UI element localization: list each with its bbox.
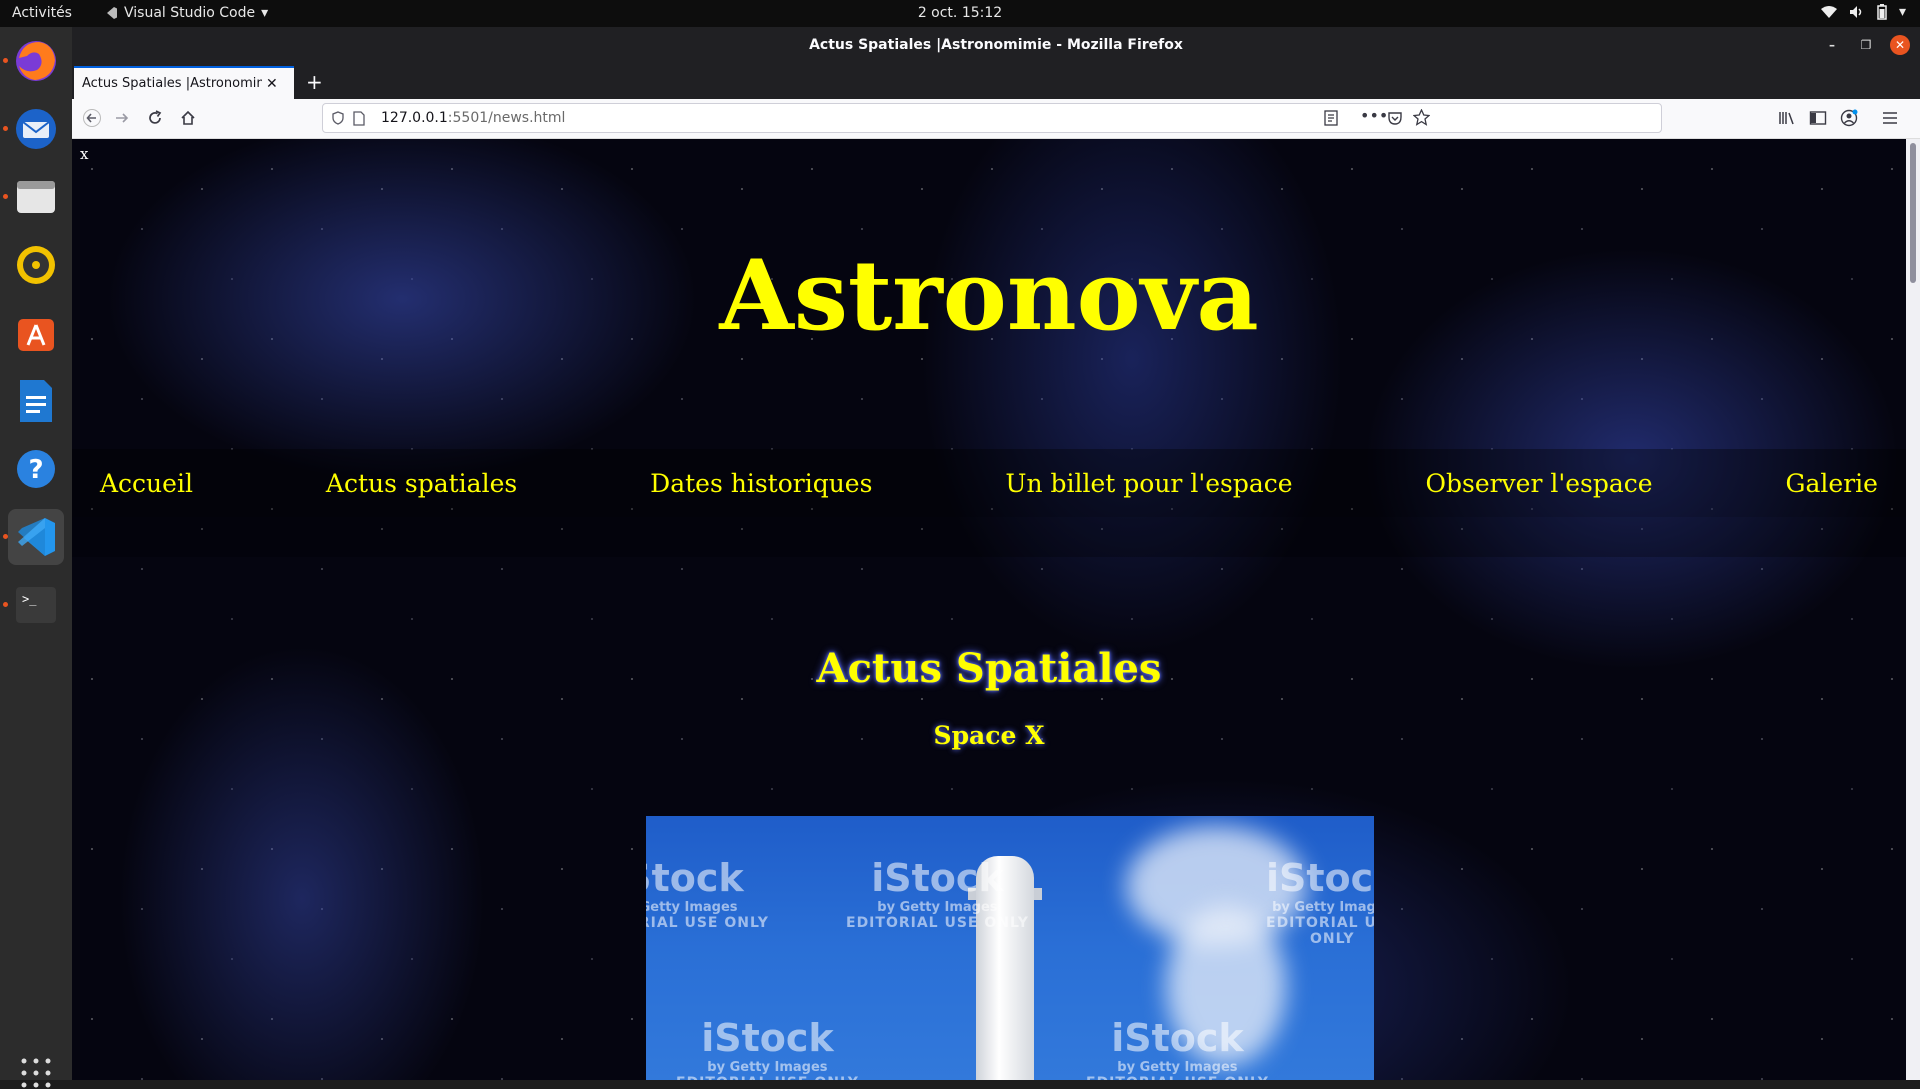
account-icon <box>1840 109 1858 127</box>
files-icon[interactable] <box>8 169 64 225</box>
terminal-icon[interactable]: >_ <box>8 577 64 633</box>
close-window-button[interactable]: ✕ <box>1890 35 1910 55</box>
page-viewport: x Astronova Accueil Actus spatiales Date… <box>72 139 1906 1080</box>
library-button[interactable] <box>1777 108 1797 128</box>
firefox-icon[interactable] <box>8 33 64 89</box>
url-text[interactable]: 127.0.0.1:5501/news.html <box>381 110 565 126</box>
watermark: iStock by Getty Images EDITORIAL USE ONL… <box>1086 1016 1268 1080</box>
system-top-bar: Activités Visual Studio Code ▾ 2 oct. 15… <box>0 0 1920 27</box>
sidebar-button[interactable] <box>1808 108 1828 128</box>
nav-item-galerie[interactable]: Galerie <box>1786 469 1878 498</box>
firefox-window: Actus Spatiales |Astronomimie - Mozilla … <box>72 27 1920 1080</box>
site-title: Astronova <box>719 239 1259 352</box>
tab-title: Actus Spatiales |Astronomimie <box>82 76 262 91</box>
navigation-toolbar: 127.0.0.1:5501/news.html ••• <box>72 99 1920 139</box>
nav-spacer <box>72 517 1906 557</box>
url-bar[interactable]: 127.0.0.1:5501/news.html ••• <box>322 103 1662 133</box>
library-icon <box>1779 112 1794 125</box>
minimize-button[interactable]: – <box>1822 35 1842 55</box>
nav-item-billet-espace[interactable]: Un billet pour l'espace <box>1005 469 1292 498</box>
vscode-small-icon <box>107 7 117 19</box>
shield-icon[interactable] <box>331 111 345 125</box>
software-icon[interactable] <box>8 305 64 361</box>
space-x-rocket-image: iStock by Getty Images EDITORIAL USE ONL… <box>646 816 1374 1080</box>
reload-button[interactable] <box>145 108 165 128</box>
url-host: 127.0.0.1 <box>381 110 448 126</box>
nav-item-accueil[interactable]: Accueil <box>100 469 193 498</box>
system-status-area[interactable]: ▾ <box>1820 4 1906 20</box>
page-scrollbar[interactable] <box>1906 139 1920 1080</box>
account-button[interactable] <box>1839 108 1859 128</box>
window-title: Actus Spatiales |Astronomimie - Mozilla … <box>809 37 1183 53</box>
nav-item-dates-historiques[interactable]: Dates historiques <box>650 469 872 498</box>
chevron-down-icon: ▾ <box>261 5 269 21</box>
hamburger-icon <box>1883 112 1897 124</box>
help-icon[interactable]: ? <box>8 441 64 497</box>
writer-icon[interactable] <box>8 373 64 429</box>
thunderbird-icon[interactable] <box>8 101 64 157</box>
app-menu-label: Visual Studio Code <box>124 5 256 21</box>
new-tab-button[interactable]: + <box>306 70 323 94</box>
svg-text:>_: >_ <box>22 592 37 606</box>
home-icon <box>181 110 195 125</box>
page-icon[interactable] <box>353 111 365 126</box>
activities-button[interactable]: Activités <box>12 5 72 21</box>
watermark: iStock by Getty Images EDITORIAL USE ONL… <box>1266 856 1374 947</box>
svg-text:?: ? <box>28 455 43 485</box>
close-tab-icon[interactable]: ✕ <box>266 76 278 92</box>
show-applications-icon[interactable] <box>20 1057 52 1089</box>
vscode-icon[interactable] <box>8 509 64 565</box>
url-path: :5501/news.html <box>447 110 566 126</box>
window-titlebar[interactable]: Actus Spatiales |Astronomimie - Mozilla … <box>72 27 1920 64</box>
watermark: iStock by Getty Images EDITORIAL USE ONL… <box>676 1016 858 1080</box>
scrollbar-thumb[interactable] <box>1910 143 1916 283</box>
pocket-icon[interactable] <box>1387 110 1403 126</box>
section-title: Actus Spatiales <box>816 645 1162 692</box>
chevron-down-icon: ▾ <box>1898 4 1906 20</box>
watermark: iStock by Getty Images EDITORIAL USE ONL… <box>646 856 769 931</box>
arrow-left-icon <box>83 109 101 127</box>
restore-button[interactable]: ❐ <box>1856 35 1876 55</box>
wifi-icon <box>1820 6 1837 18</box>
sidebar-icon <box>1809 111 1827 125</box>
battery-icon <box>1877 4 1887 20</box>
watermark: iStock by Getty Images EDITORIAL USE ONL… <box>846 856 1029 931</box>
close-link[interactable]: x <box>80 145 88 163</box>
arrow-right-icon <box>116 113 129 123</box>
page-actions-icon[interactable]: ••• <box>1360 106 1388 125</box>
reader-view-icon[interactable] <box>1323 110 1339 126</box>
main-nav: Accueil Actus spatiales Dates historique… <box>72 449 1906 517</box>
clock[interactable]: 2 oct. 15:12 <box>918 5 1002 21</box>
tab-actus-spatiales[interactable]: Actus Spatiales |Astronomimie ✕ <box>74 66 294 99</box>
menu-button[interactable] <box>1880 108 1900 128</box>
reload-icon <box>149 110 162 124</box>
bookmark-star-icon[interactable] <box>1413 109 1430 126</box>
volume-icon <box>1849 6 1862 18</box>
dock: ? >_ <box>0 27 72 1088</box>
back-button[interactable] <box>82 108 102 128</box>
tab-strip: Actus Spatiales |Astronomimie ✕ + <box>72 64 1920 99</box>
nav-item-observer-espace[interactable]: Observer l'espace <box>1425 469 1652 498</box>
subsection-title: Space X <box>933 721 1045 750</box>
home-button[interactable] <box>178 108 198 128</box>
app-menu[interactable]: Visual Studio Code ▾ <box>104 5 268 21</box>
nav-item-actus-spatiales[interactable]: Actus spatiales <box>326 469 517 498</box>
rhythmbox-icon[interactable] <box>8 237 64 293</box>
forward-button[interactable] <box>112 108 132 128</box>
